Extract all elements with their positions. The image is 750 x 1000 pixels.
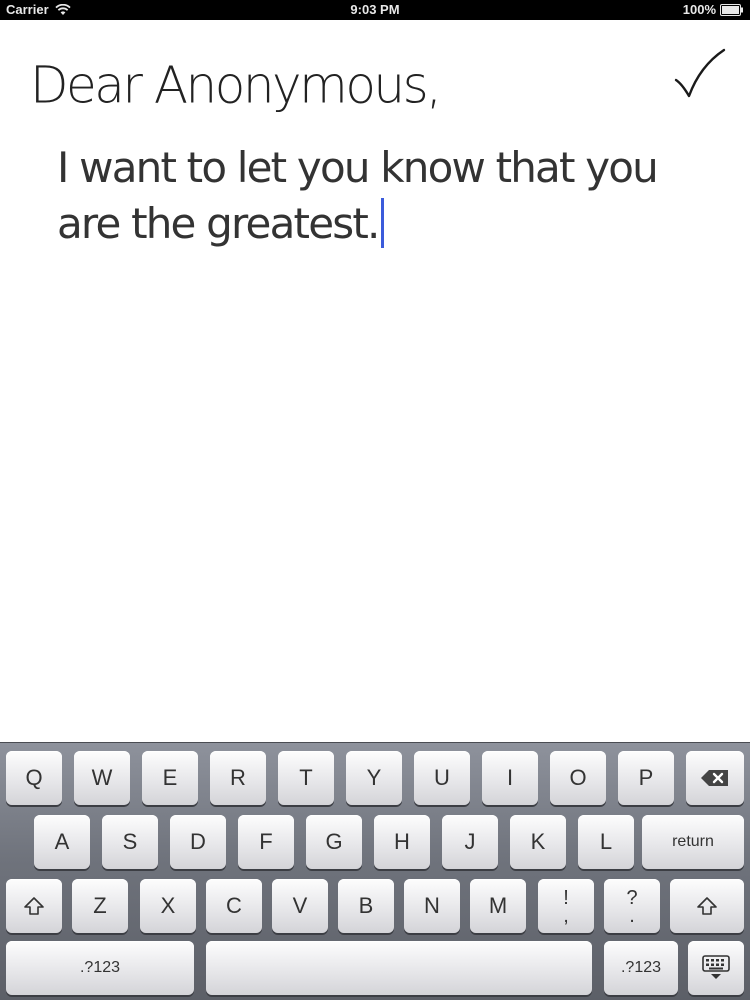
key-s[interactable]: S [102, 815, 158, 869]
text-cursor [380, 198, 384, 248]
key-comma-label: , [563, 905, 569, 927]
greeting-heading: Dear Anonymous, [30, 55, 442, 115]
battery-group: 100% [683, 2, 744, 17]
status-bar: Carrier 9:03 PM 100% [0, 0, 750, 20]
key-h[interactable]: H [374, 815, 430, 869]
screen: Carrier 9:03 PM 100% Dear Anonymous, I w… [0, 0, 750, 1000]
message-text-area[interactable]: I want to let you know that you are the … [57, 140, 677, 252]
hide-keyboard-icon [702, 955, 730, 979]
left-shift-key[interactable] [6, 879, 62, 933]
message-line-1: I want to let you know that you [57, 143, 659, 192]
key-u[interactable]: U [414, 751, 470, 805]
key-i[interactable]: I [482, 751, 538, 805]
key-b[interactable]: B [338, 879, 394, 933]
key-y[interactable]: Y [346, 751, 402, 805]
right-shift-key[interactable] [670, 879, 744, 933]
battery-icon [720, 3, 744, 16]
numbers-key-left[interactable]: .?123 [6, 941, 194, 995]
shift-icon [697, 897, 717, 915]
key-t[interactable]: T [278, 751, 334, 805]
key-n[interactable]: N [404, 879, 460, 933]
battery-percent: 100% [682, 2, 716, 17]
message-line-2: are the greatest. [57, 196, 677, 252]
checkmark-icon [674, 48, 726, 98]
message-line-2-text: are the greatest. [57, 199, 380, 248]
key-exclamation-comma[interactable]: ! , [538, 879, 594, 933]
key-l[interactable]: L [578, 815, 634, 869]
key-x[interactable]: X [140, 879, 196, 933]
key-r[interactable]: R [210, 751, 266, 805]
key-o[interactable]: O [550, 751, 606, 805]
keyboard: Q W E R T Y U I O P A S D F G H J K L re… [0, 742, 750, 1000]
note-area[interactable]: Dear Anonymous, I want to let you know t… [0, 20, 750, 742]
key-k[interactable]: K [510, 815, 566, 869]
key-z[interactable]: Z [72, 879, 128, 933]
numbers-key-right[interactable]: .?123 [604, 941, 678, 995]
key-m[interactable]: M [470, 879, 526, 933]
key-e[interactable]: E [142, 751, 198, 805]
space-bar[interactable] [206, 941, 592, 995]
hide-keyboard-key[interactable] [688, 941, 744, 995]
key-d[interactable]: D [170, 815, 226, 869]
key-question-period[interactable]: ? . [604, 879, 660, 933]
backspace-icon [701, 770, 728, 786]
clock: 9:03 PM [350, 2, 400, 17]
key-p[interactable]: P [618, 751, 674, 805]
key-j[interactable]: J [442, 815, 498, 869]
key-f[interactable]: F [238, 815, 294, 869]
key-c[interactable]: C [206, 879, 262, 933]
shift-icon [24, 897, 44, 915]
return-key[interactable]: return [642, 815, 744, 869]
key-q[interactable]: Q [6, 751, 62, 805]
key-g[interactable]: G [306, 815, 362, 869]
backspace-key[interactable] [686, 751, 744, 805]
key-w[interactable]: W [74, 751, 130, 805]
done-button[interactable] [672, 46, 728, 102]
key-v[interactable]: V [272, 879, 328, 933]
key-a[interactable]: A [34, 815, 90, 869]
key-period-label: . [629, 905, 635, 927]
